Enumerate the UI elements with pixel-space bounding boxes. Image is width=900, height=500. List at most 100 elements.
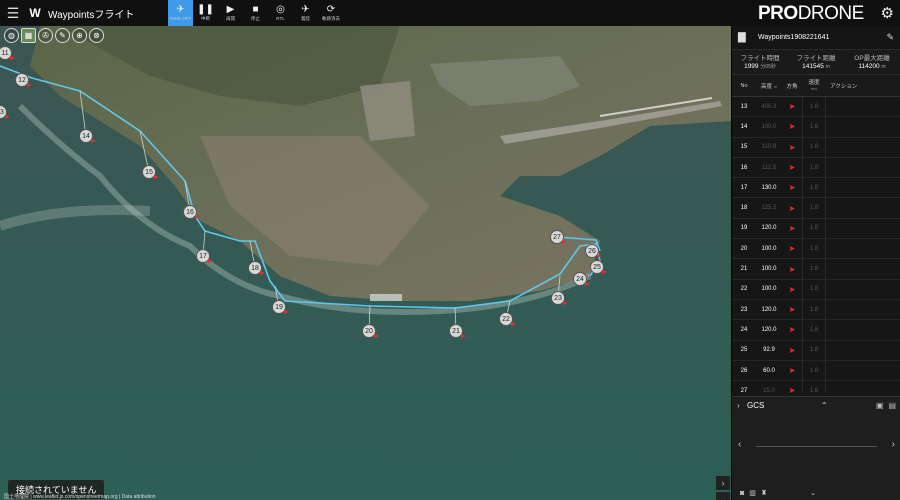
direction-arrow-icon: ➤	[788, 284, 796, 294]
play-button[interactable]: ▶ 再開	[218, 0, 243, 26]
table-row[interactable]: 18 125.5 ➤ 1.8	[732, 198, 900, 219]
waypoint-number: 18	[740, 205, 748, 212]
chevron-down-icon[interactable]: ⌄	[810, 489, 816, 497]
clear-path-button[interactable]: ⟳ 軌跡消去	[318, 0, 344, 26]
gcs-panel: › GCS ⌃ ▣ ▤ ‹ › ◙ ▥ ♜ ⌄	[732, 396, 900, 500]
drone-icon[interactable]: ♜	[761, 489, 767, 497]
heading-arrow-icon	[91, 139, 96, 143]
header-altitude: 高度 m	[761, 83, 777, 90]
pip-icon[interactable]: ▤	[888, 401, 896, 410]
button-label: RTL	[276, 16, 285, 21]
direction-arrow-icon: ➤	[788, 183, 796, 193]
chevron-right-icon[interactable]: ›	[737, 401, 747, 410]
table-row[interactable]: 15 110.8 ➤ 1.8	[732, 137, 900, 158]
waypoint-altitude: 125.5	[761, 205, 777, 212]
chevron-up-icon[interactable]: ⌃	[821, 401, 871, 410]
clear-path-icon: ⟳	[326, 4, 336, 15]
waypoint-number: 22	[740, 286, 748, 293]
direction-arrow-icon: ➤	[788, 305, 796, 315]
waypoint-table[interactable]: 13 406.3 ➤ 1.8 14 100.0 ➤ 1.8 15 110.8 ➤ 1.8 16 112.5…	[732, 97, 900, 393]
rtl-icon: ◎	[276, 4, 285, 15]
map-imagery	[0, 26, 731, 500]
table-row[interactable]: 23 120.0 ➤ 1.8	[732, 299, 900, 321]
button-label: 停止	[251, 16, 260, 21]
waypoint-altitude: 120.0	[761, 326, 777, 333]
direction-arrow-icon: ➤	[788, 203, 796, 213]
waypoint-number: 23	[740, 306, 748, 313]
heading-arrow-icon	[511, 322, 516, 326]
drone-takeoff-button[interactable]: ✈ TAKE OFF	[168, 0, 193, 26]
heading-arrow-icon	[260, 271, 265, 275]
draw-icon[interactable]: ✎	[55, 28, 70, 43]
waypoint-speed: 1.8	[802, 178, 826, 198]
waypoint-speed: 1.8	[802, 218, 826, 239]
table-row[interactable]: 26 60.0 ➤ 1.8	[732, 360, 900, 382]
waypoint-number: 15	[740, 144, 748, 151]
mission-header: ▇ Waypoints1908221641 ✎	[732, 26, 900, 50]
gear-icon[interactable]: ⚙	[881, 4, 894, 22]
direction-arrow-icon: ➤	[788, 325, 796, 335]
table-row[interactable]: 20 100.0 ➤ 1.8	[732, 239, 900, 260]
pause-button[interactable]: ❚❚ 中断	[193, 0, 218, 26]
stop-button[interactable]: ■ 停止	[243, 0, 268, 26]
waypoint-altitude: 130.0	[761, 184, 777, 191]
camera-icon[interactable]: ◙	[740, 490, 744, 497]
header-direction: 方角	[786, 83, 798, 90]
top-toolbar: ☰ W Waypointsフライト ✈ TAKE OFF ❚❚ 中断 ▶ 再開 ■ 停止 ◎ RT…	[0, 0, 900, 26]
landing-button[interactable]: ✈ 着陸	[293, 0, 318, 26]
folder-icon[interactable]: ▇	[738, 32, 758, 43]
direction-arrow-icon: ➤	[788, 122, 796, 132]
waypoint-speed: 1.8	[802, 137, 826, 157]
table-row[interactable]: 17 130.0 ➤ 1.8	[732, 178, 900, 199]
table-row[interactable]: 25 92.9 ➤ 1.8	[732, 340, 900, 361]
globe-icon[interactable]: ◍	[4, 28, 19, 43]
menu-icon[interactable]: ☰	[0, 0, 26, 26]
drone-icon[interactable]: ✇	[38, 28, 53, 43]
rtl-button[interactable]: ◎ RTL	[268, 0, 293, 26]
waypoint-number: 19	[740, 225, 748, 232]
waypoint-number: 26	[740, 367, 748, 374]
waypoints-logo-icon: W	[29, 6, 41, 20]
chevron-right-icon[interactable]: ›	[716, 476, 730, 490]
table-row[interactable]: 22 100.0 ➤ 1.8	[732, 279, 900, 300]
waypoint-speed: 1.8	[802, 320, 826, 340]
table-row[interactable]: 13 406.3 ➤ 1.8	[732, 97, 900, 118]
button-label: 軌跡消去	[322, 16, 340, 21]
chevron-left-icon[interactable]: ‹	[738, 439, 741, 450]
table-row[interactable]: 19 120.0 ➤ 1.8	[732, 218, 900, 240]
table-row[interactable]: 21 100.0 ➤ 1.8	[732, 259, 900, 280]
button-label: 中断	[201, 16, 210, 21]
waypoint-speed: 1.8	[802, 239, 826, 259]
map-layer-icon[interactable]: ▦	[21, 28, 36, 43]
stat-flight-distance: フライト距離 141545 m	[796, 55, 836, 70]
table-row[interactable]: 24 120.0 ➤ 1.8	[732, 320, 900, 341]
chevron-down-icon[interactable]: ⌄	[716, 492, 730, 500]
waypoint-speed: 1.8	[802, 198, 826, 218]
waypoint-number: 14	[740, 123, 748, 130]
satellite-map[interactable]: 1112131415161718192021222324252627 ◍ ▦ ✇…	[0, 26, 731, 500]
crosshair-icon[interactable]: ⊕	[72, 28, 87, 43]
button-label: 再開	[226, 16, 235, 21]
window-icon[interactable]: ▣	[876, 401, 884, 410]
waypoint-table-header: No 高度 m 方角 速度 m/s アクション	[732, 75, 900, 97]
header-no: No	[740, 82, 748, 89]
heading-arrow-icon	[585, 282, 590, 286]
table-row[interactable]: 27 15.0 ➤ 1.8	[732, 381, 900, 393]
table-row[interactable]: 14 100.0 ➤ 1.8	[732, 117, 900, 138]
map-tools: ◍ ▦ ✇ ✎ ⊕ ⊗	[4, 28, 104, 43]
map-attribution: 国土地理院 | www.leaflet.js.com/openstreetmap…	[4, 494, 156, 500]
heading-arrow-icon	[563, 301, 568, 305]
waypoint-speed: 1.8	[802, 381, 826, 393]
compass-icon[interactable]: ⊗	[89, 28, 104, 43]
stat-flight-time: フライト時間 1999 分05秒	[740, 55, 780, 70]
pencil-icon[interactable]: ✎	[886, 32, 894, 43]
waypoint-altitude: 60.0	[763, 367, 775, 374]
grid-icon[interactable]: ▥	[749, 489, 756, 497]
direction-arrow-icon: ➤	[788, 102, 796, 112]
gcs-footer: ◙ ▥ ♜ ⌄	[732, 486, 900, 500]
play-icon: ▶	[226, 4, 235, 15]
direction-arrow-icon: ➤	[788, 244, 796, 254]
header-speed: 速度 m/s	[808, 79, 820, 91]
table-row[interactable]: 16 112.5 ➤ 1.8	[732, 157, 900, 179]
chevron-right-icon[interactable]: ›	[892, 439, 895, 450]
